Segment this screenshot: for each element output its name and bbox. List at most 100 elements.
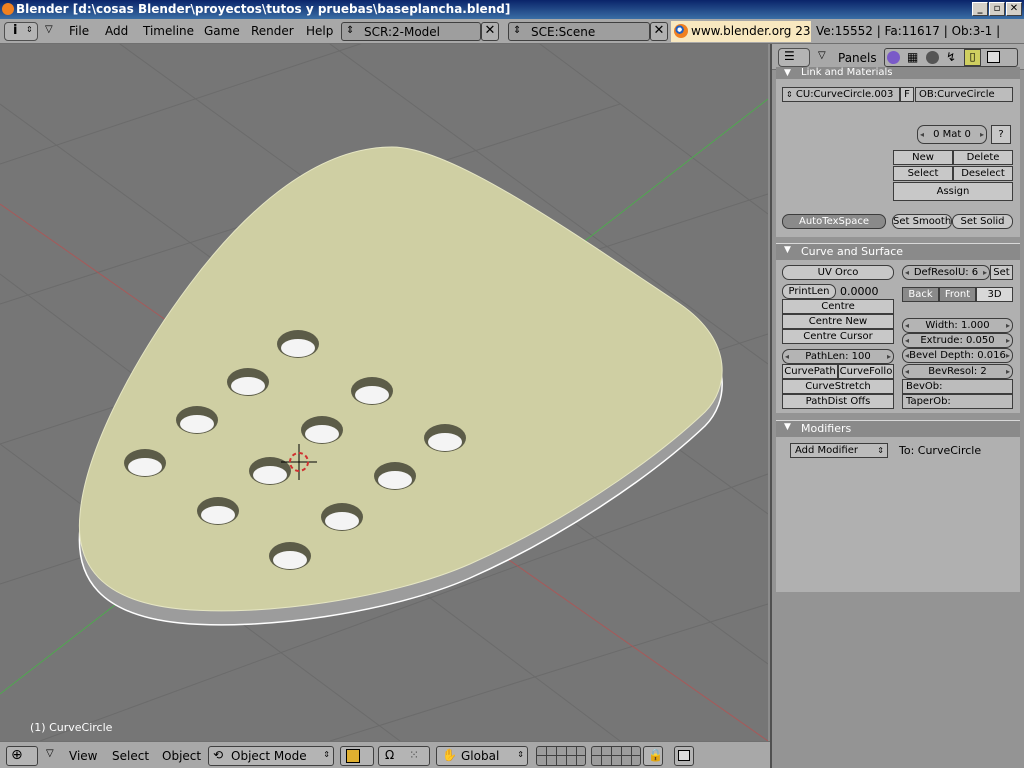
- select-material-button[interactable]: Select: [893, 166, 953, 181]
- delete-scene-button[interactable]: ✕: [650, 22, 668, 41]
- def-resol-u-field[interactable]: DefResolU: 6: [902, 265, 990, 280]
- path-length-field[interactable]: PathLen: 100: [782, 349, 894, 364]
- updown-arrow-icon: ⇕: [346, 25, 355, 36]
- deselect-material-button[interactable]: Deselect: [953, 166, 1013, 181]
- window-title: Blender [d:\cosas Blender\proyectos\tuto…: [16, 2, 511, 16]
- 3d-viewport[interactable]: (1) CurveCircle: [0, 44, 768, 741]
- layer-buttons-row-1[interactable]: [536, 746, 586, 766]
- hole: [424, 424, 466, 452]
- curve-surface-title[interactable]: Curve and Surface: [776, 244, 1020, 260]
- menu-game[interactable]: Game: [204, 24, 240, 38]
- picture-icon: [678, 750, 690, 761]
- centre-button[interactable]: Centre: [782, 299, 894, 314]
- menu-object[interactable]: Object: [162, 749, 201, 763]
- editor-type-selector[interactable]: ⊕: [6, 746, 38, 766]
- crosshair-icon: ⊕: [11, 747, 23, 763]
- front-toggle[interactable]: Front: [939, 287, 976, 302]
- collapse-menu-triangle-icon[interactable]: ▽: [45, 24, 53, 35]
- bevel-depth-field[interactable]: Bevel Depth: 0.016: [902, 348, 1013, 363]
- new-material-button[interactable]: New: [893, 150, 953, 165]
- curve-stretch-toggle[interactable]: CurveStretch: [782, 379, 894, 394]
- hole: [269, 542, 311, 570]
- object-context-icon[interactable]: ↯: [946, 50, 956, 64]
- object-name-field[interactable]: OB:CurveCircle: [915, 87, 1013, 102]
- context-button-row: ▦ ↯ ▯: [884, 48, 1018, 67]
- centre-cursor-button[interactable]: Centre Cursor: [782, 329, 894, 344]
- blender-logo-icon: [674, 24, 688, 38]
- updown-arrow-icon: ⇕: [517, 750, 524, 759]
- width-field[interactable]: Width: 1.000: [902, 318, 1013, 333]
- pivot-selector[interactable]: Ω ⁙: [378, 746, 430, 766]
- centre-new-button[interactable]: Centre New: [782, 314, 894, 329]
- taper-object-field[interactable]: TaperOb:: [902, 394, 1013, 409]
- window-type-selector[interactable]: i ⇕: [4, 22, 38, 41]
- menu-render[interactable]: Render: [251, 24, 294, 38]
- set-solid-button[interactable]: Set Solid: [952, 214, 1013, 229]
- editing-context-icon[interactable]: ▯: [964, 49, 981, 66]
- autotexspace-toggle[interactable]: AutoTexSpace: [782, 214, 886, 229]
- scene-selector[interactable]: ⇕ SCE:Scene: [508, 22, 650, 41]
- menu-add[interactable]: Add: [105, 24, 128, 38]
- panels-menu[interactable]: Panels: [838, 51, 877, 65]
- modifiers-title[interactable]: Modifiers: [776, 421, 1020, 437]
- uv-orco-toggle[interactable]: UV Orco: [782, 265, 894, 280]
- bevel-resol-field[interactable]: BevResol: 2: [902, 364, 1013, 379]
- hole: [374, 462, 416, 490]
- blender-url-link[interactable]: www.blender.org 236: [671, 21, 811, 42]
- path-dist-offs-toggle[interactable]: PathDist Offs: [782, 394, 894, 409]
- fake-user-button[interactable]: F: [900, 87, 914, 102]
- set-resol-button[interactable]: Set: [990, 265, 1013, 280]
- viewport-canvas[interactable]: [0, 44, 768, 741]
- orientation-label: Global: [461, 749, 500, 763]
- curve-follow-toggle[interactable]: CurveFollo: [838, 364, 894, 379]
- buttons-window-type-selector[interactable]: ☰: [778, 48, 810, 67]
- orientation-selector[interactable]: ✋ Global ⇕: [436, 746, 528, 766]
- curve-data-name: CU:CurveCircle.003: [795, 89, 894, 100]
- delete-screen-button[interactable]: ✕: [481, 22, 499, 41]
- extrude-field[interactable]: Extrude: 0.050: [902, 333, 1013, 348]
- menu-file[interactable]: File: [69, 24, 89, 38]
- add-modifier-menu[interactable]: Add Modifier ⇕: [790, 443, 888, 458]
- draw-type-selector[interactable]: [340, 746, 374, 766]
- shading-context-icon[interactable]: [926, 51, 939, 64]
- scene-context-icon[interactable]: [987, 51, 1000, 63]
- menu-timeline[interactable]: Timeline: [143, 24, 194, 38]
- logic-context-icon[interactable]: [887, 51, 900, 64]
- menu-select[interactable]: Select: [112, 749, 149, 763]
- material-index-counter[interactable]: 0 Mat 0: [917, 125, 987, 144]
- bevel-object-field[interactable]: BevOb:: [902, 379, 1013, 394]
- solid-cube-icon: [346, 749, 360, 763]
- collapse-menu-triangle-icon[interactable]: ▽: [818, 50, 826, 61]
- lock-layers-button[interactable]: 🔒: [643, 746, 663, 766]
- hand-icon: ✋: [442, 748, 457, 762]
- active-object-label: (1) CurveCircle: [30, 721, 113, 734]
- delete-material-button[interactable]: Delete: [953, 150, 1013, 165]
- blender-app-icon: [2, 3, 14, 15]
- modifiers-panel: Modifiers Add Modifier ⇕ To: CurveCircle: [776, 420, 1020, 592]
- layer-buttons-row-2[interactable]: [591, 746, 641, 766]
- set-smooth-button[interactable]: Set Smooth: [892, 214, 952, 229]
- hole: [249, 457, 291, 485]
- assign-material-button[interactable]: Assign: [893, 182, 1013, 201]
- 3d-toggle[interactable]: 3D: [976, 287, 1013, 302]
- menu-view[interactable]: View: [69, 749, 97, 763]
- mode-selector[interactable]: ⟲ Object Mode ⇕: [208, 746, 334, 766]
- render-preview-button[interactable]: [674, 746, 694, 766]
- minimize-button[interactable]: _: [972, 2, 988, 16]
- plate-top-surface: [78, 146, 723, 612]
- menu-help[interactable]: Help: [306, 24, 333, 38]
- print-length-button[interactable]: PrintLen: [782, 284, 836, 299]
- close-window-button[interactable]: ✕: [1006, 2, 1022, 16]
- link-materials-title[interactable]: Link and Materials: [776, 67, 1020, 79]
- script-context-icon[interactable]: ▦: [907, 50, 918, 64]
- hole: [277, 330, 319, 358]
- material-help-button[interactable]: ?: [991, 125, 1011, 144]
- maximize-button[interactable]: ▫: [989, 2, 1005, 16]
- curve-path-toggle[interactable]: CurvePath: [782, 364, 838, 379]
- scene-name: SCE:Scene: [531, 25, 596, 39]
- curve-data-name-field[interactable]: ⇕ CU:CurveCircle.003: [782, 87, 900, 102]
- screen-selector[interactable]: ⇕ SCR:2-Model: [341, 22, 481, 41]
- back-toggle[interactable]: Back: [902, 287, 939, 302]
- collapse-menu-triangle-icon[interactable]: ▽: [46, 748, 54, 759]
- hole: [197, 497, 239, 525]
